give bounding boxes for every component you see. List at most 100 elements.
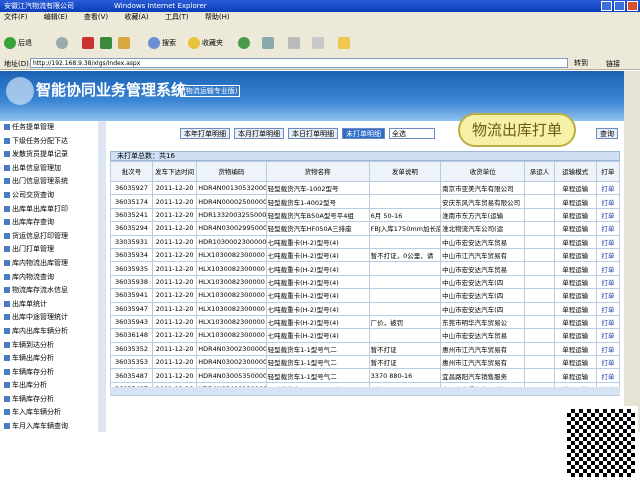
table-row[interactable]: 36035353 2011-12-20 HDR4N03002300000 轻型载货车1… [109, 355, 621, 370]
table-cell: 单程运输 [553, 341, 597, 357]
sidebar-item[interactable]: 出门打单管理 [0, 243, 105, 257]
column-header[interactable]: 打单 [595, 161, 621, 182]
table-cell: 36035294 [109, 221, 154, 236]
print-link[interactable]: 打单 [595, 261, 621, 276]
links-button[interactable]: 链接 [606, 59, 620, 69]
sidebar-item[interactable]: 出库库存查询 [0, 216, 105, 230]
menu-favorites[interactable]: 收藏(A) [124, 13, 148, 21]
print-link[interactable]: 打单 [595, 207, 621, 223]
back-button[interactable]: 后退 [4, 37, 32, 49]
print-link[interactable]: 打单 [595, 221, 621, 236]
column-header[interactable]: 批次号 [109, 161, 154, 182]
sidebar-item[interactable]: 车辆出库分析 [0, 352, 105, 366]
forward-button[interactable] [56, 37, 68, 49]
sidebar-item[interactable]: 车出库分析 [0, 379, 105, 393]
sidebar-item[interactable]: 车辆库存分析 [0, 393, 105, 407]
menu-help[interactable]: 帮助(H) [205, 13, 230, 21]
print-link[interactable]: 打单 [595, 301, 621, 316]
column-header[interactable]: 发车下达时间 [152, 161, 198, 182]
page-scrollbar[interactable] [624, 71, 640, 432]
sidebar-item[interactable]: 出库中途管理统计 [0, 311, 105, 325]
table-row[interactable]: 36035938 2011-12-20 HLX1030082300000 七吨载重卡(… [109, 274, 621, 290]
home-button[interactable] [118, 37, 130, 49]
table-row[interactable]: 36035935 2011-12-20 HLX1030082300000 七吨载重卡(… [109, 261, 621, 276]
sidebar-item[interactable]: 发散货员提单记录 [0, 148, 105, 162]
print-link[interactable]: 打单 [595, 314, 621, 330]
sidebar-scrollbar[interactable] [98, 121, 106, 432]
sidebar-item[interactable]: 公司交货查询 [0, 189, 105, 203]
table-row[interactable]: 36035241 2011-12-20 HDR1332003255000 轻型载货汽车… [109, 207, 621, 223]
day-print-detail-button[interactable]: 本日打单明细 [288, 128, 338, 139]
table-row[interactable]: 36035294 2011-12-20 HDR4N03002995000 轻型载货汽车… [109, 221, 621, 236]
sidebar-item[interactable]: 出门信息管理系统 [0, 175, 105, 189]
menu-tools[interactable]: 工具(T) [165, 13, 189, 21]
sidebar-item[interactable]: 车辆到达分析 [0, 339, 105, 353]
sidebar-item[interactable]: 库内物流出库管理 [0, 257, 105, 271]
stop-icon [82, 37, 94, 49]
table-cell: 暂不打证 [368, 341, 442, 357]
sidebar-item-label: 下级任务分配下达 [12, 136, 68, 145]
print-link[interactable]: 打单 [595, 341, 621, 357]
sidebar-item[interactable]: 下级任务分配下达 [0, 135, 105, 149]
table-row[interactable]: 36035352 2011-12-20 HDR4N03002300000 轻型载货车1… [109, 341, 621, 357]
refresh-button[interactable] [100, 37, 112, 49]
go-button[interactable]: 转到 [574, 58, 588, 68]
sidebar-item[interactable]: 任务提单管理 [0, 121, 105, 135]
favorites-button[interactable]: 收藏夹 [188, 37, 223, 49]
sidebar-item[interactable]: 库内物流查询 [0, 271, 105, 285]
minimize-button[interactable] [601, 1, 612, 11]
column-header[interactable]: 运输模式 [553, 161, 597, 182]
search-button[interactable]: 搜索 [148, 37, 176, 49]
mail-button[interactable] [262, 37, 274, 49]
maximize-button[interactable] [614, 1, 625, 11]
sidebar-item[interactable]: 货运信息打印管理 [0, 230, 105, 244]
sidebar-item[interactable]: 物流库存流水信息 [0, 284, 105, 298]
sidebar-item[interactable]: 车辆库存分析 [0, 366, 105, 380]
sidebar-item[interactable]: 库内出库车辆分析 [0, 325, 105, 339]
stop-button[interactable] [82, 37, 94, 49]
table-row[interactable]: 36036148 2011-12-20 HLX1030082300000 七吨载重卡(… [109, 328, 621, 343]
main-panel: 本年打单明细 本月打单明细 本日打单明细 未打单明细 全选 物流出库打单 查询 … [106, 113, 624, 432]
print-link[interactable]: 打单 [595, 180, 621, 196]
column-header[interactable]: 承运人 [524, 161, 555, 182]
menu-file[interactable]: 文件(F) [4, 13, 28, 21]
table-row[interactable]: 36035947 2011-12-20 HLX1030082300000 七吨载重卡(… [109, 301, 621, 316]
print-link[interactable]: 打单 [595, 328, 621, 343]
menu-edit[interactable]: 编辑(E) [44, 13, 68, 21]
print-link[interactable]: 打单 [595, 234, 621, 249]
select-dropdown[interactable]: 全选 [389, 128, 435, 139]
column-header[interactable]: 发单说明 [368, 161, 442, 182]
sidebar-item[interactable]: 出库单出库单打印 [0, 203, 105, 217]
close-button[interactable] [627, 1, 638, 11]
table-row[interactable]: 36035174 2011-12-20 HDR4N00002500000 轻型载货车1… [109, 194, 621, 209]
month-print-detail-button[interactable]: 本月打单明细 [234, 128, 284, 139]
column-header[interactable]: 货物名称 [265, 161, 370, 182]
column-header[interactable]: 货物编码 [196, 161, 267, 182]
table-row[interactable]: 36035941 2011-12-20 HLX1030082300000 七吨载重卡(… [109, 288, 621, 303]
table-row[interactable]: 36035927 2011-12-20 HDR4N001305320000 轻型载货汽… [109, 180, 621, 196]
print-button[interactable] [288, 37, 300, 49]
address-input[interactable]: http://192.168.9.38/xlgs/Index.aspx [30, 58, 568, 68]
print-link[interactable]: 打单 [595, 288, 621, 303]
year-print-detail-button[interactable]: 本年打单明细 [180, 128, 230, 139]
print-link[interactable]: 打单 [595, 194, 621, 209]
history-button[interactable] [238, 37, 250, 49]
print-link[interactable]: 打单 [595, 274, 621, 290]
table-row[interactable]: 36035943 2011-12-20 HLX1030082300000 七吨载重卡(… [109, 314, 621, 330]
sidebar-item[interactable]: 车入库车辆分析 [0, 406, 105, 420]
table-row[interactable]: 36035487 2011-12-20 HDR4N03005350000 轻型载货车1… [109, 368, 621, 383]
sidebar-item[interactable]: 出库单统计 [0, 298, 105, 312]
sidebar-item[interactable]: 出单信息管理加 [0, 162, 105, 176]
sidebar-item-label: 公司交货查询 [12, 190, 54, 199]
folder-button[interactable] [338, 37, 350, 49]
print-link[interactable]: 打单 [595, 355, 621, 370]
table-row[interactable]: 33035931 2011-12-20 HDR1030002300000 七吨载重卡(… [109, 234, 621, 249]
menu-view[interactable]: 查看(V) [84, 13, 108, 21]
table-row[interactable]: 36035934 2011-12-20 HLX1030082300000 七吨载重卡(… [109, 247, 621, 263]
edit-button[interactable] [312, 37, 324, 49]
print-link[interactable]: 打单 [595, 247, 621, 263]
column-header[interactable]: 收货单位 [440, 161, 526, 182]
query-button[interactable]: 查询 [596, 128, 618, 139]
print-link[interactable]: 打单 [595, 368, 621, 383]
unprinted-detail-button[interactable]: 未打单明细 [342, 128, 385, 139]
